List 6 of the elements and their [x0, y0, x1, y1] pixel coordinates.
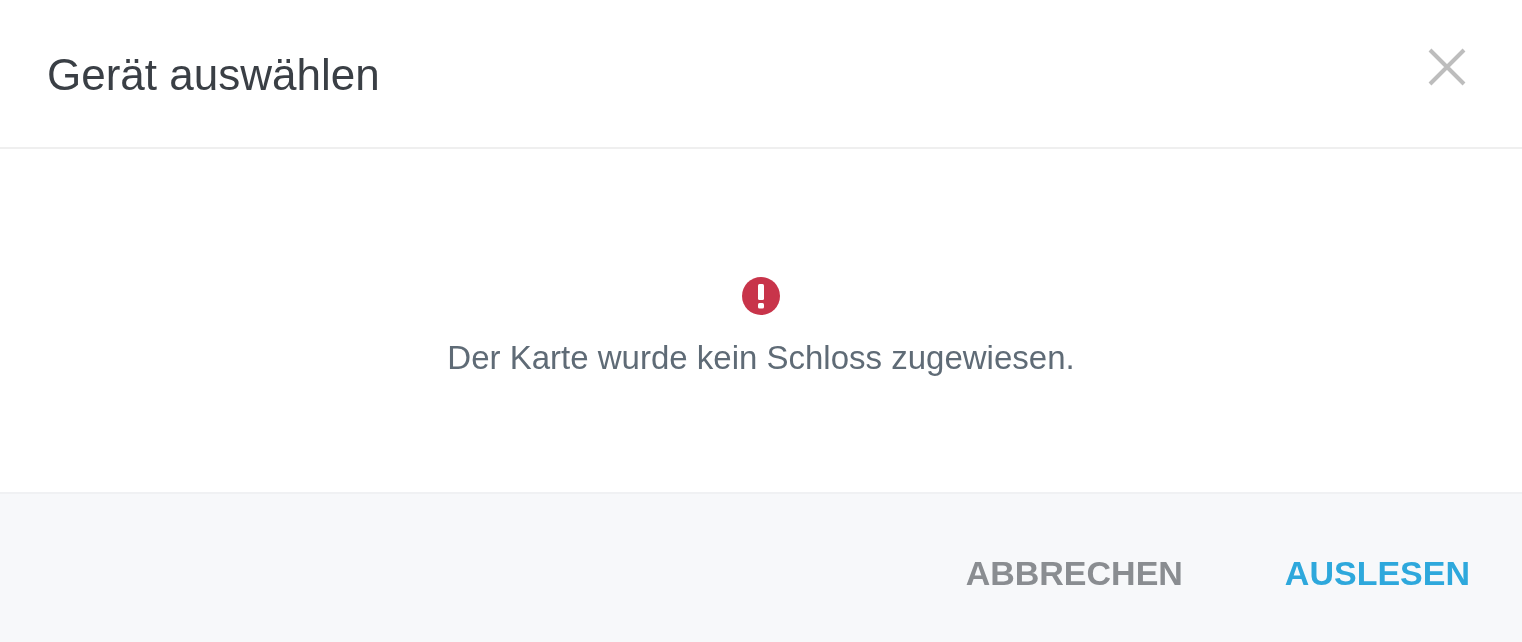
alert-icon — [742, 277, 780, 316]
cancel-button[interactable]: ABBRECHEN — [949, 545, 1199, 601]
message-text: Der Karte wurde kein Schloss zugewiesen. — [447, 338, 1075, 379]
dialog-title: Gerät auswählen — [47, 49, 380, 102]
close-icon — [1428, 47, 1466, 86]
confirm-button[interactable]: AUSLESEN — [1268, 545, 1486, 601]
